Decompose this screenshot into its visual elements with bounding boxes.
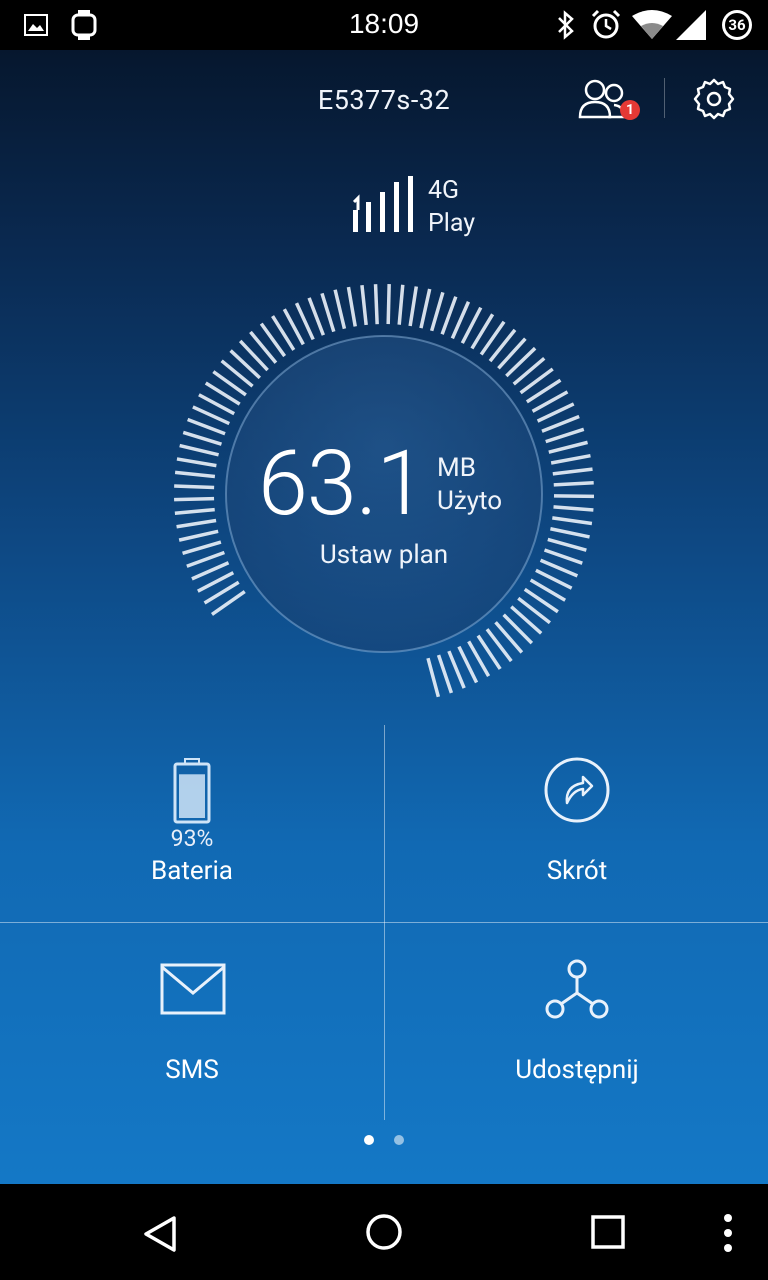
sms-tile[interactable]: SMS bbox=[0, 923, 384, 1120]
wifi-icon bbox=[632, 10, 672, 39]
usage-unit-block: MB Użyto bbox=[437, 452, 502, 518]
gauge-tick bbox=[397, 284, 405, 325]
gauge-tick bbox=[174, 496, 215, 502]
gauge-tick bbox=[429, 291, 445, 332]
home-icon[interactable] bbox=[364, 1212, 404, 1252]
shortcut-label: Skrót bbox=[546, 856, 608, 886]
gauge-tick bbox=[373, 284, 379, 325]
connected-users-button[interactable]: 1 bbox=[578, 76, 642, 124]
gauge-tick bbox=[426, 657, 441, 698]
share-tile[interactable]: Udostępnij bbox=[385, 923, 768, 1120]
gauge-tick bbox=[386, 284, 391, 325]
gauge-tick bbox=[550, 453, 591, 465]
usage-value: 63.1 bbox=[258, 431, 426, 536]
gauge-tick bbox=[550, 527, 590, 539]
gauge-tick bbox=[182, 430, 222, 446]
gauge-tick bbox=[548, 440, 588, 454]
gauge-tick bbox=[553, 480, 594, 487]
gauge-tick bbox=[174, 484, 215, 490]
gauge-tick bbox=[447, 650, 466, 689]
gauge-tick bbox=[552, 467, 593, 476]
gauge-tick bbox=[436, 654, 454, 694]
envelope-icon bbox=[160, 963, 226, 1015]
set-plan-link[interactable]: Ustaw plan bbox=[0, 540, 768, 570]
gauge-tick bbox=[360, 284, 368, 326]
navigation-bar bbox=[0, 1184, 768, 1280]
gauge-tick bbox=[419, 288, 432, 329]
battery-level-text: 36 bbox=[728, 16, 746, 34]
sms-label: SMS bbox=[165, 1055, 219, 1085]
gauge-tick bbox=[187, 417, 226, 436]
users-badge: 1 bbox=[620, 100, 640, 120]
share-icon bbox=[545, 959, 609, 1019]
status-bar: 18:09 36 bbox=[0, 0, 768, 50]
gauge-tick bbox=[440, 296, 458, 335]
shortcut-tile[interactable]: Skrót bbox=[385, 726, 768, 922]
battery-label: Bateria bbox=[151, 856, 233, 886]
gauge-tick bbox=[541, 414, 580, 433]
gauge-tick bbox=[174, 507, 215, 515]
overflow-menu-icon[interactable] bbox=[718, 1212, 738, 1254]
gauge-tick bbox=[178, 529, 219, 542]
shortcut-icon bbox=[544, 757, 610, 823]
header-divider bbox=[664, 78, 665, 118]
app-screen: E5377s-32 1 4G Play 63.1 MB Użyto Ustaw … bbox=[0, 50, 768, 1184]
recent-apps-icon[interactable] bbox=[590, 1214, 626, 1250]
gauge-tick bbox=[408, 286, 419, 327]
gauge-tick bbox=[176, 518, 217, 529]
gauge-tick bbox=[553, 505, 594, 512]
battery-icon bbox=[173, 758, 211, 824]
gauge-tick bbox=[179, 443, 219, 457]
device-name: E5377s-32 bbox=[317, 84, 451, 116]
settings-gear-icon[interactable] bbox=[692, 77, 736, 121]
share-label: Udostępnij bbox=[515, 1055, 639, 1085]
network-info: 4G Play bbox=[428, 174, 475, 240]
usage-unit: MB bbox=[437, 453, 476, 483]
bluetooth-icon bbox=[558, 10, 574, 40]
cell-signal-icon bbox=[676, 10, 706, 40]
gauge-tick bbox=[320, 292, 336, 333]
gauge-tick bbox=[552, 516, 593, 526]
gauge-tick bbox=[545, 427, 585, 444]
battery-fill bbox=[179, 774, 205, 818]
gauge-tick bbox=[346, 286, 357, 327]
alarm-icon bbox=[591, 9, 621, 39]
usage-label: Użyto bbox=[437, 486, 503, 516]
gauge-tick bbox=[176, 457, 217, 468]
back-icon[interactable] bbox=[140, 1214, 180, 1254]
network-operator: Play bbox=[428, 209, 476, 238]
battery-tile[interactable]: Bateria bbox=[0, 726, 384, 922]
page-dot[interactable] bbox=[394, 1135, 404, 1145]
page-dot-active[interactable] bbox=[364, 1135, 374, 1145]
gauge-tick bbox=[307, 297, 325, 336]
signal-strength-icon bbox=[352, 176, 413, 232]
battery-percent: 93% bbox=[170, 825, 214, 852]
network-type: 4G bbox=[428, 176, 460, 205]
gauge-tick bbox=[174, 470, 216, 479]
gauge-tick bbox=[333, 289, 347, 330]
